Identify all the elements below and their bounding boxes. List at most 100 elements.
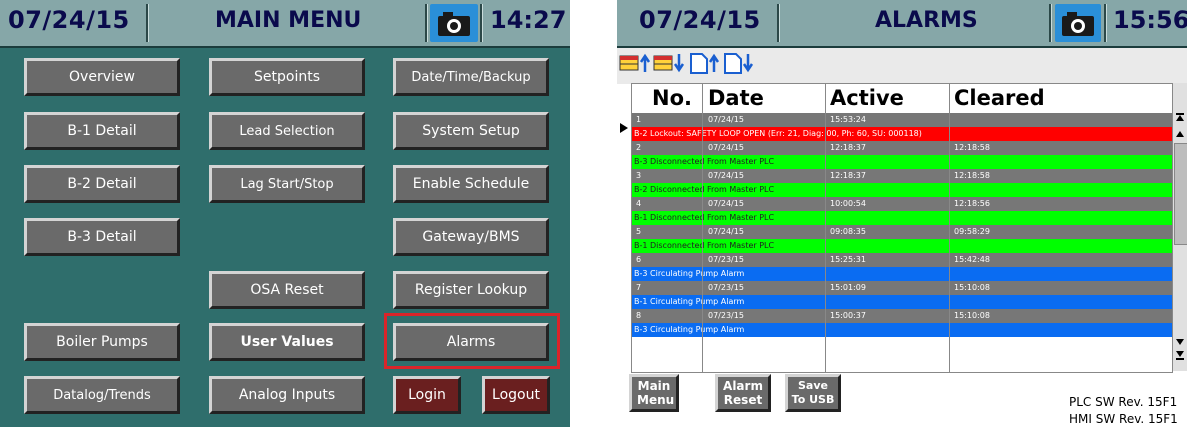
header-divider [480, 4, 483, 42]
header-divider [1049, 4, 1052, 42]
alarm-cleared: 12:18:58 [954, 143, 990, 152]
alarm-row[interactable]: 5 07/24/15 09:08:35 09:58:29 [632, 225, 1172, 239]
datalog-trends-button[interactable]: Datalog/Trends [24, 376, 180, 414]
alarm-row[interactable]: 7 07/23/15 15:01:09 15:10:08 [632, 281, 1172, 295]
alarm-no: 7 [636, 283, 642, 292]
header-time: 15:56 [1113, 6, 1187, 34]
alarm-message-row[interactable]: B-3 Circulating Pump Alarm [632, 323, 1172, 337]
camera-icon[interactable] [430, 4, 478, 42]
alarm-message: B-1 Disconnected From Master PLC [634, 213, 775, 222]
page-up-icon[interactable] [689, 52, 721, 74]
alarm-table: No. Date Active Cleared 1 07/24/15 15:53:2… [631, 83, 1173, 373]
b2-detail-button[interactable]: B-2 Detail [24, 165, 180, 203]
b3-detail-button[interactable]: B-3 Detail [24, 218, 180, 256]
alarm-date: 07/23/15 [708, 255, 744, 264]
alarm-message-row[interactable]: B-1 Disconnected From Master PLC [632, 211, 1172, 225]
save-to-usb-button-label: Save To USB [791, 379, 835, 406]
scroll-top-icon[interactable] [1173, 111, 1187, 141]
alarm-message: B-1 Circulating Pump Alarm [634, 297, 745, 306]
boiler-pumps-button[interactable]: Boiler Pumps [24, 323, 180, 361]
alarm-message-row[interactable]: B-3 Circulating Pump Alarm [632, 267, 1172, 281]
page-down-icon[interactable] [723, 52, 755, 74]
column-divider [949, 84, 950, 372]
alarm-active: 15:53:24 [830, 115, 866, 124]
row-selector-icon [620, 123, 628, 133]
alarm-message-row[interactable]: B-1 Disconnected From Master PLC [632, 239, 1172, 253]
alarm-row[interactable]: 6 07/23/15 15:25:31 15:42:48 [632, 253, 1172, 267]
lag-start-stop-button[interactable]: Lag Start/Stop [209, 165, 365, 203]
column-divider [702, 84, 703, 372]
enable-schedule-button[interactable]: Enable Schedule [393, 165, 549, 203]
alarm-no: 4 [636, 199, 642, 208]
sort-down-icon[interactable] [653, 52, 687, 74]
camera-icon[interactable] [1055, 4, 1101, 42]
alarm-row[interactable]: 2 07/24/15 12:18:37 12:18:58 [632, 141, 1172, 155]
alarm-cleared: 12:18:56 [954, 199, 990, 208]
alarm-cleared: 09:58:29 [954, 227, 990, 236]
sort-up-icon[interactable] [619, 52, 653, 74]
alarm-no: 6 [636, 255, 642, 264]
alarm-reset-button[interactable]: Alarm Reset [715, 374, 771, 412]
alarm-no: 5 [636, 227, 642, 236]
analog-inputs-button[interactable]: Analog Inputs [209, 376, 365, 414]
column-header-active: Active [830, 86, 904, 110]
column-header-cleared: Cleared [954, 86, 1045, 110]
alarm-row[interactable]: 8 07/23/15 15:00:37 15:10:08 [632, 309, 1172, 323]
alarm-row[interactable]: 1 07/24/15 15:53:24 [632, 113, 1172, 127]
header-divider [1104, 4, 1107, 42]
alarm-reset-button-label: Alarm Reset [723, 379, 763, 407]
main-menu-button[interactable]: Main Menu [629, 374, 679, 412]
alarm-message-row[interactable]: B-3 Disconnected From Master PLC [632, 155, 1172, 169]
main-menu-button-label: Main Menu [637, 379, 675, 407]
logout-button[interactable]: Logout [482, 376, 550, 414]
alarms-header: 07/24/15 ALARMS 15:56 [617, 0, 1187, 48]
alarm-cleared: 12:18:58 [954, 171, 990, 180]
alarm-scrollbar[interactable] [1173, 83, 1187, 371]
date-time-backup-button[interactable]: Date/Time/Backup [393, 58, 549, 96]
alarm-active: 15:00:37 [830, 311, 866, 320]
register-lookup-button[interactable]: Register Lookup [393, 271, 549, 309]
gateway-bms-button[interactable]: Gateway/BMS [393, 218, 549, 256]
alarm-cleared: 15:10:08 [954, 311, 990, 320]
alarms-panel: 07/24/15 ALARMS 15:56 No. Date Active Cl… [617, 0, 1187, 427]
header-divider [146, 4, 149, 42]
header-time: 14:27 [490, 6, 567, 34]
alarm-message: B-3 Circulating Pump Alarm [634, 269, 745, 278]
main-menu-panel: 07/24/15 MAIN MENU 14:27 Overview Setpoi… [0, 0, 570, 427]
save-to-usb-button[interactable]: Save To USB [785, 374, 841, 412]
header-date: 07/24/15 [8, 6, 130, 34]
login-button[interactable]: Login [393, 376, 461, 414]
column-header-no: No. [652, 86, 692, 110]
b1-detail-button[interactable]: B-1 Detail [24, 112, 180, 150]
user-values-button[interactable]: User Values [209, 323, 365, 361]
plc-sw-revision: PLC SW Rev. 15F1 [1069, 395, 1178, 409]
setpoints-button[interactable]: Setpoints [209, 58, 365, 96]
alarm-message-row[interactable]: B-2 Lockout: SAFETY LOOP OPEN (Err: 21, … [632, 127, 1172, 141]
alarm-row[interactable]: 4 07/24/15 10:00:54 12:18:56 [632, 197, 1172, 211]
alarm-date: 07/24/15 [708, 171, 744, 180]
alarm-message-row[interactable]: B-1 Circulating Pump Alarm [632, 295, 1172, 309]
alarms-button[interactable]: Alarms [393, 323, 549, 361]
alarm-date: 07/24/15 [708, 143, 744, 152]
main-menu-header: 07/24/15 MAIN MENU 14:27 [0, 0, 570, 48]
header-divider [777, 4, 780, 42]
system-setup-button[interactable]: System Setup [393, 112, 549, 150]
lead-selection-button[interactable]: Lead Selection [209, 112, 365, 150]
alarm-cleared: 15:42:48 [954, 255, 990, 264]
alarm-active: 09:08:35 [830, 227, 866, 236]
header-divider [425, 4, 428, 42]
alarm-message: B-2 Lockout: SAFETY LOOP OPEN (Err: 21, … [634, 129, 922, 138]
scroll-thumb[interactable] [1174, 143, 1187, 245]
column-header-date: Date [708, 86, 764, 110]
alarm-active: 12:18:37 [830, 143, 866, 152]
page-title: MAIN MENU [215, 8, 362, 33]
alarm-message: B-3 Circulating Pump Alarm [634, 325, 745, 334]
osa-reset-button[interactable]: OSA Reset [209, 271, 365, 309]
hmi-sw-revision: HMI SW Rev. 15F1 [1069, 412, 1178, 426]
alarm-row[interactable]: 3 07/24/15 12:18:37 12:18:58 [632, 169, 1172, 183]
overview-button[interactable]: Overview [24, 58, 180, 96]
alarm-cleared: 15:10:08 [954, 283, 990, 292]
alarm-date: 07/24/15 [708, 199, 744, 208]
scroll-bottom-icon[interactable] [1173, 331, 1187, 365]
alarm-message-row[interactable]: B-2 Disconnected From Master PLC [632, 183, 1172, 197]
